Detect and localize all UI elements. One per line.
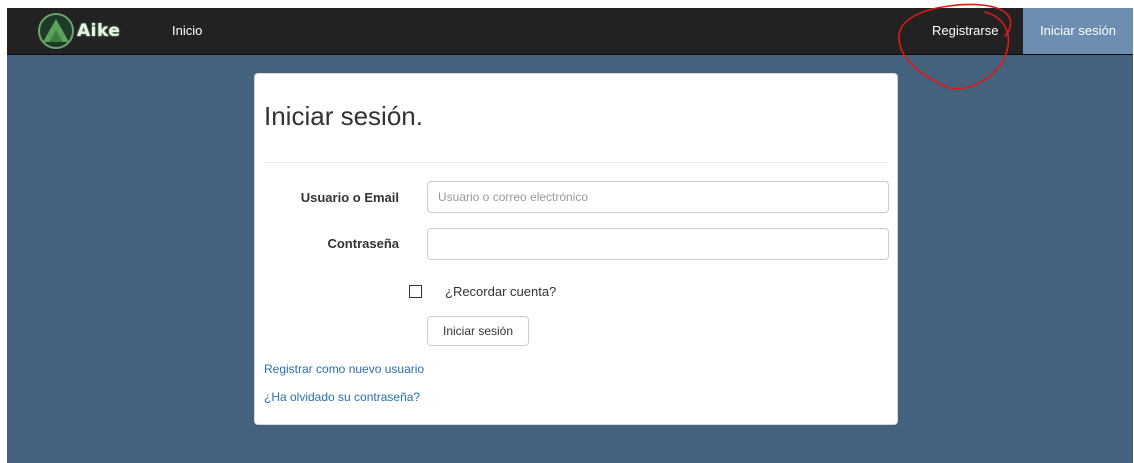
green-triangle-logo-icon (38, 13, 74, 49)
brand-logo[interactable]: Aike (37, 9, 120, 53)
title-divider (264, 162, 888, 163)
page-background: Aike Inicio Registrarse Iniciar sesión I… (7, 3, 1133, 463)
nav-home-link[interactable]: Inicio (172, 8, 202, 54)
top-navbar: Aike Inicio Registrarse Iniciar sesión (7, 8, 1133, 55)
remember-checkbox[interactable] (409, 285, 422, 298)
page-title: Iniciar sesión. (264, 101, 423, 131)
remember-checkbox-label[interactable]: ¿Recordar cuenta? (445, 284, 556, 299)
forgot-password-link[interactable]: ¿Ha olvidado su contraseña? (264, 390, 420, 404)
password-input[interactable] (427, 228, 889, 260)
username-input[interactable] (427, 181, 889, 213)
brand-name: Aike (77, 21, 121, 41)
register-new-user-link[interactable]: Registrar como nuevo usuario (264, 362, 424, 376)
nav-register-link[interactable]: Registrarse (932, 8, 998, 54)
login-submit-button[interactable]: Iniciar sesión (427, 316, 529, 346)
password-label: Contraseña (327, 236, 399, 251)
login-panel: Iniciar sesión. Usuario o Email Contrase… (254, 73, 898, 425)
nav-login-link-active[interactable]: Iniciar sesión (1023, 8, 1133, 54)
username-label: Usuario o Email (300, 190, 399, 205)
